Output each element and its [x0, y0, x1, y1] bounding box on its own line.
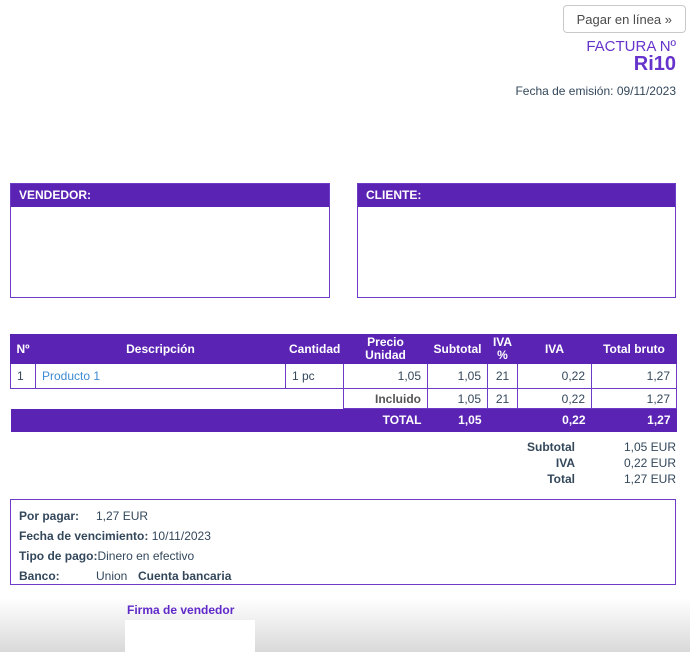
summary-subtotal-row: Subtotal 1,05 EUR — [426, 439, 676, 455]
client-box: CLIENTE: — [357, 183, 676, 298]
col-header-quantity: Cantidad — [285, 334, 344, 364]
due-label: Por pagar: — [19, 509, 80, 523]
col-header-vat-pct: IVA % — [487, 334, 518, 364]
due-value: 1,27 EUR — [96, 509, 149, 523]
invoice-items-table: Nº Descripción Cantidad Precio Unidad Su… — [10, 334, 677, 432]
deadline-label: Fecha de vencimiento: — [19, 529, 149, 543]
included-gross: 1,27 — [591, 388, 677, 409]
item-gross: 1,27 — [591, 363, 677, 389]
pay-online-button[interactable]: Pagar en línea » — [562, 5, 686, 33]
bank-label: Banco: — [19, 569, 60, 583]
col-header-vat: IVA — [517, 334, 592, 364]
col-header-description: Descripción — [35, 334, 286, 364]
included-subtotal: 1,05 — [427, 388, 488, 409]
total-vat-pct-empty — [487, 408, 518, 432]
total-gross: 1,27 — [591, 408, 677, 432]
summary-subtotal-label: Subtotal — [527, 440, 575, 454]
payment-info-box: Por pagar: 1,27 EUR Fecha de vencimiento:… — [10, 499, 676, 585]
issue-date: Fecha de emisión: 09/11/2023 — [515, 84, 676, 98]
invoice-page: Pagar en línea » FACTURA Nº Ri10 Fecha d… — [0, 0, 690, 652]
empty-cell — [285, 408, 344, 432]
included-row: Incluido 1,05 21 0,22 1,27 — [11, 388, 677, 409]
empty-cell — [10, 408, 36, 432]
empty-cell — [36, 389, 286, 409]
payment-type-label: Tipo de pago: — [19, 549, 98, 563]
col-header-gross: Total bruto — [591, 334, 677, 364]
deadline-row: Fecha de vencimiento: 10/11/2023 — [19, 526, 667, 546]
payment-type-value: Dinero en efectivo — [97, 549, 195, 563]
client-box-header: CLIENTE: — [358, 184, 675, 207]
table-header-row: Nº Descripción Cantidad Precio Unidad Su… — [10, 334, 677, 364]
product-link[interactable]: Producto 1 — [42, 369, 100, 383]
item-description-cell: Producto 1 — [35, 363, 286, 389]
included-vat: 0,22 — [517, 388, 592, 409]
bank-row: Banco: Union Cuenta bancaria — [19, 566, 667, 586]
seller-signature-label: Firma de vendedor — [127, 603, 235, 617]
bank-name: Union — [96, 569, 128, 583]
total-row: TOTAL 1,05 0,22 1,27 — [10, 408, 677, 432]
summary-vat-label: IVA — [555, 456, 575, 470]
bank-account-label: Cuenta bancaria — [138, 569, 232, 583]
included-label: Incluido — [343, 388, 428, 409]
seller-box: VENDEDOR: — [10, 183, 330, 298]
deadline-value: 10/11/2023 — [151, 529, 211, 543]
col-header-num: Nº — [10, 334, 36, 364]
empty-cell — [35, 408, 286, 432]
col-header-unit-price: Precio Unidad — [343, 334, 428, 364]
totals-summary: Subtotal 1,05 EUR IVA 0,22 EUR Total 1,2… — [426, 439, 676, 487]
summary-total-label: Total — [547, 472, 575, 486]
due-row: Por pagar: 1,27 EUR — [19, 506, 667, 526]
included-vat-pct: 21 — [487, 388, 518, 409]
total-vat: 0,22 — [517, 408, 592, 432]
summary-subtotal-value: 1,05 EUR — [623, 440, 676, 454]
seller-box-header: VENDEDOR: — [11, 184, 329, 207]
payment-type-row: Tipo de pago:Dinero en efectivo — [19, 546, 667, 566]
item-row: 1 Producto 1 1 pc 1,05 1,05 21 0,22 1,27 — [10, 363, 677, 389]
item-vat: 0,22 — [517, 363, 592, 389]
total-subtotal: 1,05 — [427, 408, 488, 432]
summary-total-row: Total 1,27 EUR — [426, 471, 676, 487]
empty-cell — [286, 389, 344, 409]
item-subtotal: 1,05 — [427, 363, 488, 389]
page-bottom-gradient — [0, 598, 690, 652]
col-header-subtotal: Subtotal — [427, 334, 488, 364]
seller-signature-area — [125, 620, 255, 652]
summary-vat-value: 0,22 EUR — [623, 456, 676, 470]
item-num: 1 — [10, 363, 36, 389]
item-vat-pct: 21 — [487, 363, 518, 389]
invoice-number: Ri10 — [633, 53, 676, 75]
summary-total-value: 1,27 EUR — [623, 472, 676, 486]
total-label: TOTAL — [343, 408, 428, 432]
item-quantity: 1 pc — [285, 363, 344, 389]
item-unit-price: 1,05 — [343, 363, 428, 389]
empty-cell — [11, 389, 36, 409]
summary-vat-row: IVA 0,22 EUR — [426, 455, 676, 471]
